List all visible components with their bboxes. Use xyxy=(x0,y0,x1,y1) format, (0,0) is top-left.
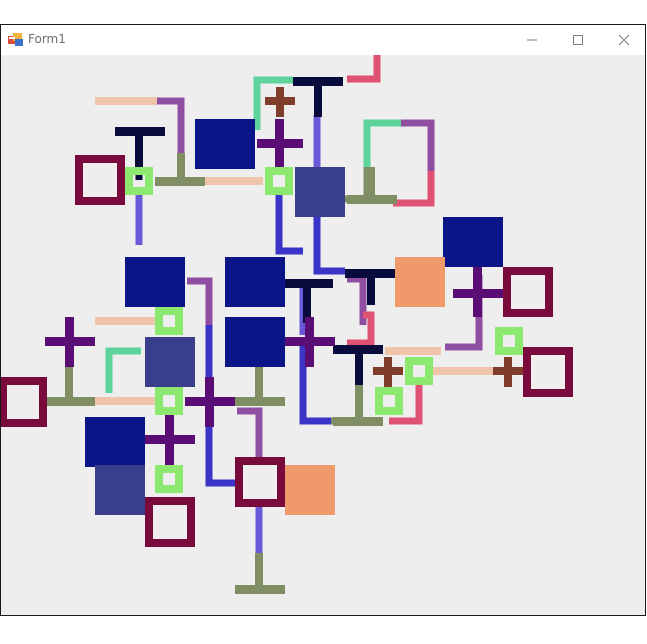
t-shape xyxy=(235,553,285,594)
maroon-square xyxy=(235,457,285,507)
green-square xyxy=(125,167,153,195)
violet-line xyxy=(347,275,367,325)
pink-line xyxy=(393,171,435,207)
salmon-square xyxy=(395,257,445,307)
close-button[interactable] xyxy=(601,25,647,55)
navy-square xyxy=(225,317,285,367)
maximize-button[interactable] xyxy=(555,25,601,55)
maximize-icon xyxy=(573,35,583,45)
t-shape xyxy=(333,345,383,385)
slate-square xyxy=(295,167,345,217)
minimize-button[interactable] xyxy=(509,25,555,55)
violet-line xyxy=(237,407,263,457)
cross xyxy=(285,317,335,367)
maroon-square xyxy=(503,267,553,317)
close-icon xyxy=(618,34,630,46)
cross xyxy=(257,119,303,169)
slate-square xyxy=(95,465,145,515)
t-shape xyxy=(293,77,343,117)
mint-line xyxy=(363,119,401,167)
form-window: Form1 xyxy=(0,24,646,616)
navy-square xyxy=(443,217,503,267)
pink-line xyxy=(347,311,375,347)
slate-square xyxy=(145,337,195,387)
green-square xyxy=(495,327,523,355)
window-title: Form1 xyxy=(28,32,66,46)
olive-line xyxy=(345,167,371,203)
violet-line xyxy=(187,277,213,325)
navy-square xyxy=(225,257,285,307)
cross xyxy=(493,357,523,387)
green-square xyxy=(155,465,183,493)
cross xyxy=(45,317,95,367)
green-square xyxy=(375,387,403,415)
minimize-icon xyxy=(527,39,537,41)
cross xyxy=(145,415,195,465)
cross xyxy=(265,87,295,117)
t-shape xyxy=(45,367,95,406)
mint-line xyxy=(105,347,141,393)
navy-square xyxy=(195,119,255,169)
drawing-canvas xyxy=(1,55,645,615)
maroon-square xyxy=(145,497,195,547)
violet-line xyxy=(401,119,435,173)
maroon-square xyxy=(75,155,125,205)
cross xyxy=(453,267,503,317)
blue-line xyxy=(313,217,345,275)
maroon-square xyxy=(1,377,47,427)
title-bar[interactable]: Form1 xyxy=(1,25,645,55)
salmon-square xyxy=(285,465,335,515)
green-square xyxy=(265,167,293,195)
navy-square xyxy=(125,257,185,307)
cross xyxy=(373,357,403,387)
t-shape xyxy=(345,269,395,305)
green-square xyxy=(405,357,433,385)
pink-line xyxy=(347,55,381,83)
form-app-icon xyxy=(8,33,23,46)
t-shape xyxy=(235,365,285,406)
green-square xyxy=(155,387,183,415)
maroon-square xyxy=(523,347,573,397)
t-shape xyxy=(347,167,397,204)
green-square xyxy=(155,307,183,335)
t-shape xyxy=(283,279,333,323)
navy-square xyxy=(85,417,145,467)
